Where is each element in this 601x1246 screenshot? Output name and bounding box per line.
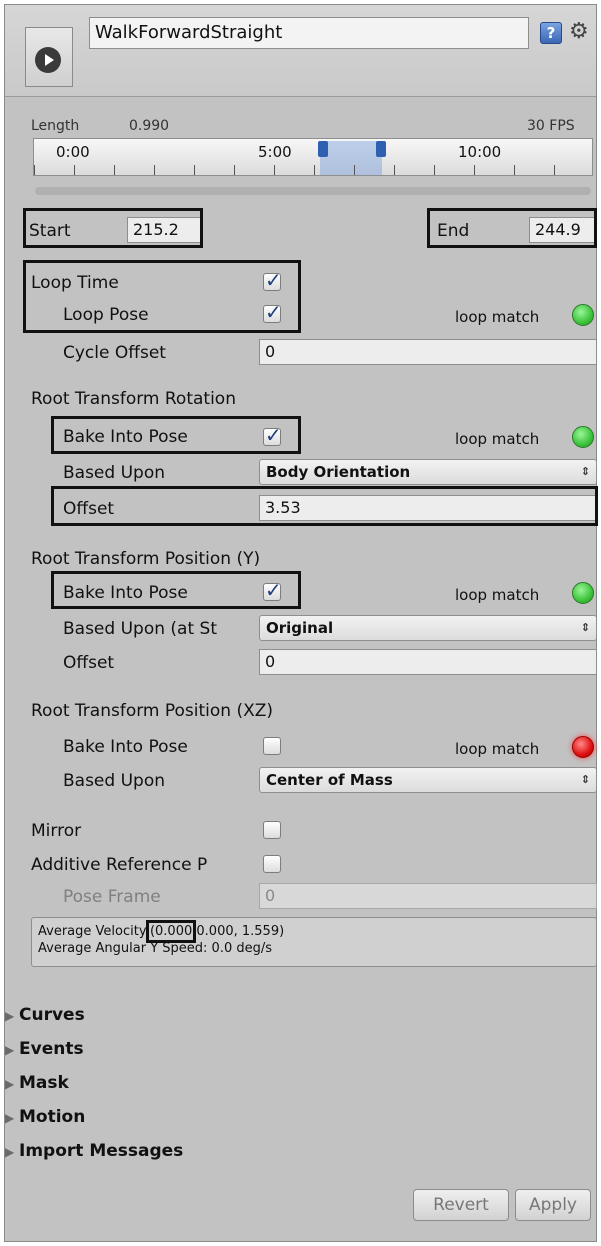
end-highlight: [427, 208, 597, 248]
avg-angular-value: 0.0 deg/s: [211, 941, 273, 956]
avg-velocity-x: (0.000: [145, 920, 197, 943]
pose-frame-label: Pose Frame: [63, 887, 161, 907]
position-y-bake-highlight: [51, 571, 301, 609]
position-xz-loop-match-label: loop match: [455, 740, 540, 758]
position-y-based-upon-value: Original: [266, 619, 334, 637]
foldout-motion-label: Motion: [19, 1107, 86, 1127]
position-xz-based-upon-value: Center of Mass: [266, 771, 393, 789]
gear-icon[interactable]: ⚙: [569, 19, 589, 44]
rotation-based-upon-value: Body Orientation: [266, 463, 411, 481]
triangle-right-icon: ▶: [5, 1145, 15, 1159]
rotation-section-title: Root Transform Rotation: [31, 389, 236, 409]
length-label: Length: [31, 118, 80, 134]
avg-angular-label: Average Angular Y Speed:: [38, 941, 208, 956]
foldout-events-label: Events: [19, 1039, 84, 1059]
rotation-loop-match-indicator: [572, 426, 594, 448]
loop-match-indicator: [572, 304, 594, 326]
start-marker-handle[interactable]: [318, 141, 328, 157]
foldout-curves-label: Curves: [19, 1005, 85, 1025]
tick-label-10: 10:00: [458, 143, 502, 161]
clip-name-field[interactable]: WalkForwardStraight: [89, 17, 529, 49]
position-xz-based-upon-dropdown[interactable]: Center of Mass ⇕: [259, 767, 597, 793]
position-y-loop-match-indicator: [572, 582, 594, 604]
end-marker-handle[interactable]: [376, 141, 386, 157]
start-highlight: [23, 208, 203, 248]
rotation-bake-highlight: [51, 416, 301, 454]
position-xz-loop-match-indicator: [572, 736, 594, 758]
length-value: 0.990: [129, 118, 170, 134]
position-y-based-upon-label: Based Upon (at St: [63, 619, 217, 639]
dropdown-arrow-icon: ⇕: [580, 621, 590, 634]
clip-thumbnail[interactable]: [25, 27, 73, 87]
additive-reference-label: Additive Reference P: [31, 855, 208, 875]
loop-highlight: [23, 260, 301, 333]
position-y-section-title: Root Transform Position (Y): [31, 549, 261, 569]
foldout-curves[interactable]: ▶ Curves: [5, 1005, 85, 1026]
inspector-header: WalkForwardStraight ? ⚙: [5, 5, 596, 97]
position-xz-based-upon-label: Based Upon: [63, 771, 165, 791]
tick-label-0: 0:00: [56, 143, 90, 161]
triangle-right-icon: ▶: [5, 1077, 15, 1091]
avg-velocity-label: Average Velocity:: [38, 924, 150, 939]
avg-velocity-rest: 0.000, 1.559): [196, 924, 285, 939]
dropdown-arrow-icon: ⇕: [580, 773, 590, 786]
apply-button[interactable]: Apply: [515, 1189, 591, 1221]
position-xz-section-title: Root Transform Position (XZ): [31, 701, 274, 721]
timeline-scrollbar[interactable]: [35, 187, 591, 195]
position-y-loop-match-label: loop match: [455, 586, 540, 604]
help-icon[interactable]: ?: [540, 22, 562, 44]
position-xz-bake-checkbox[interactable]: [263, 737, 281, 755]
foldout-import-messages[interactable]: ▶ Import Messages: [5, 1141, 183, 1162]
position-y-offset-label: Offset: [63, 653, 115, 673]
dropdown-arrow-icon: ⇕: [580, 465, 590, 478]
mirror-label: Mirror: [31, 821, 82, 841]
play-icon[interactable]: [35, 47, 61, 73]
timeline-ruler[interactable]: 0:00 5:00 10:00: [33, 138, 593, 176]
cycle-offset-field[interactable]: 0: [259, 339, 597, 365]
foldout-events[interactable]: ▶ Events: [5, 1039, 84, 1060]
triangle-right-icon: ▶: [5, 1111, 15, 1125]
pose-frame-field: 0: [259, 883, 597, 909]
foldout-mask[interactable]: ▶ Mask: [5, 1073, 69, 1094]
position-y-based-upon-dropdown[interactable]: Original ⇕: [259, 615, 597, 641]
mirror-checkbox[interactable]: [263, 821, 281, 839]
rotation-offset-highlight: [51, 486, 598, 526]
rotation-based-upon-dropdown[interactable]: Body Orientation ⇕: [259, 459, 597, 485]
avg-velocity-line: Average Velocity:(0.000 0.000, 1.559): [38, 920, 285, 943]
ruler-ticks: [34, 165, 592, 175]
foldout-import-messages-label: Import Messages: [19, 1141, 184, 1161]
velocity-info-box: Average Velocity:(0.000 0.000, 1.559) Av…: [31, 917, 597, 967]
rotation-loop-match-label: loop match: [455, 430, 540, 448]
fps-label: 30 FPS: [527, 118, 575, 134]
triangle-right-icon: ▶: [5, 1043, 15, 1057]
additive-reference-checkbox[interactable]: [263, 855, 281, 873]
position-y-offset-field[interactable]: 0: [259, 649, 597, 675]
foldout-mask-label: Mask: [19, 1073, 69, 1093]
cycle-offset-label: Cycle Offset: [63, 343, 166, 363]
triangle-right-icon: ▶: [5, 1009, 15, 1023]
animation-clip-inspector: WalkForwardStraight ? ⚙ Length 0.990 30 …: [4, 4, 598, 1242]
avg-angular-line: Average Angular Y Speed: 0.0 deg/s: [38, 941, 272, 957]
revert-button[interactable]: Revert: [413, 1189, 509, 1221]
tick-label-5: 5:00: [258, 143, 292, 161]
foldout-motion[interactable]: ▶ Motion: [5, 1107, 85, 1128]
loop-match-label: loop match: [455, 308, 540, 326]
rotation-based-upon-label: Based Upon: [63, 463, 165, 483]
position-xz-bake-label: Bake Into Pose: [63, 737, 188, 757]
